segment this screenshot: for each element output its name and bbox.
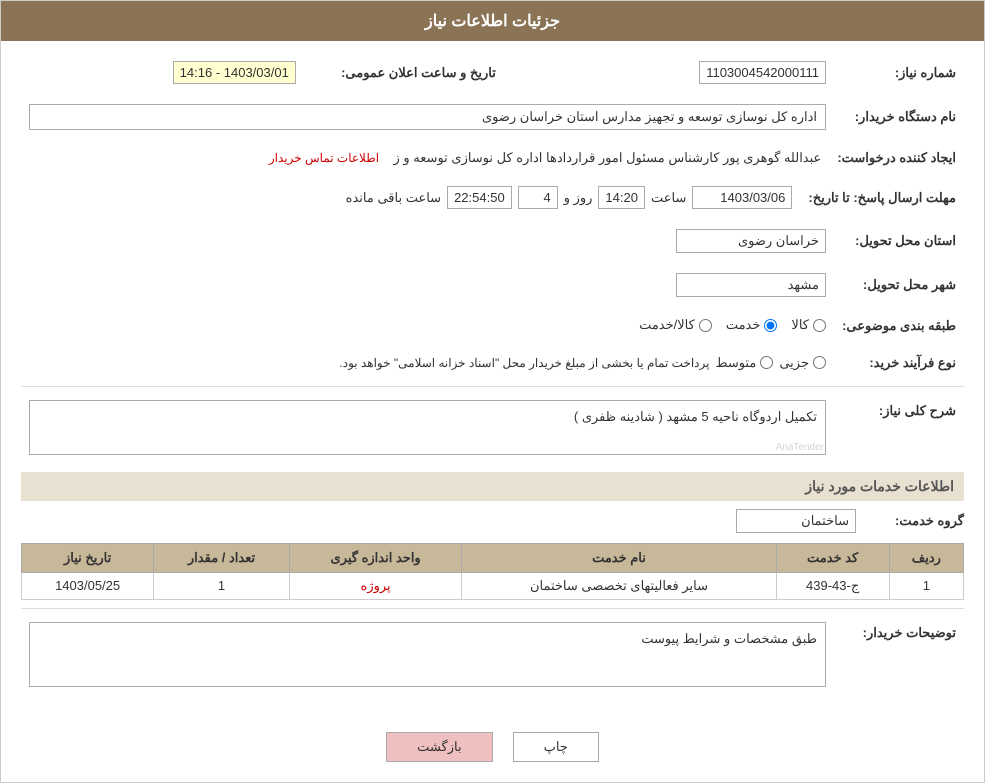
page-container: جزئیات اطلاعات نیاز شماره نیاز: 11030045… <box>0 0 985 783</box>
buyer-desc-value: طبق مشخصات و شرایط پیوست <box>21 617 834 692</box>
purchase-motavasset-label: متوسط <box>715 355 756 371</box>
category-kala-khedmat-label: کالا/خدمت <box>639 317 695 333</box>
response-remaining-box: 22:54:50 <box>447 186 512 209</box>
info-table-top: شماره نیاز: 1103004542000111 تاریخ و ساع… <box>21 56 964 89</box>
col-service-code: کد خدمت <box>776 543 889 572</box>
contact-link[interactable]: اطلاعات تماس خریدار <box>269 151 379 165</box>
announce-box: 1403/03/01 - 14:16 <box>173 61 296 84</box>
need-desc-container: تکمیل اردوگاه ناحیه 5 مشهد ( شادینه ظفری… <box>29 400 826 455</box>
province-value: خراسان رضوی <box>21 224 834 258</box>
city-value: مشهد <box>21 268 834 302</box>
service-group-box: ساختمان <box>736 509 856 533</box>
category-kala-khedmat-radio[interactable] <box>699 319 712 332</box>
need-number-label: شماره نیاز: <box>834 56 964 89</box>
content-area: شماره نیاز: 1103004542000111 تاریخ و ساع… <box>1 41 984 717</box>
creator-value: عبدالله گوهری پور کارشناس مسئول امور قرا… <box>21 145 829 171</box>
need-desc-label: شرح کلی نیاز: <box>834 395 964 460</box>
need-number-value: 1103004542000111 <box>544 56 834 89</box>
buyer-name-label: نام دستگاه خریدار: <box>834 99 964 135</box>
services-section-header: اطلاعات خدمات مورد نیاز <box>21 472 964 501</box>
purchase-motavasset-radio[interactable] <box>760 356 773 369</box>
category-radio-group: کالا خدمت کالا/خدمت <box>639 317 826 333</box>
info-table-date: مهلت ارسال پاسخ: تا تاریخ: 1403/03/06 سا… <box>21 181 964 214</box>
province-box: خراسان رضوی <box>676 229 826 253</box>
need-desc-text: تکمیل اردوگاه ناحیه 5 مشهد ( شادینه ظفری… <box>574 409 817 424</box>
buyer-name-box: اداره کل نوسازی توسعه و تجهیز مدارس استا… <box>29 104 826 130</box>
purchase-jozii[interactable]: جزیی <box>779 355 826 371</box>
purchase-type-flex: جزیی متوسط پرداخت تمام یا بخشی از مبلغ خ… <box>29 355 826 371</box>
info-table-purchase: نوع فرآیند خرید: جزیی متوسط پرداخت تمام … <box>21 350 964 376</box>
col-row-num: ردیف <box>889 543 963 572</box>
category-khedmat-radio[interactable] <box>764 319 777 332</box>
response-date-label: مهلت ارسال پاسخ: تا تاریخ: <box>800 181 964 214</box>
cell-unit: پروژه <box>289 572 462 599</box>
purchase-note: پرداخت تمام یا بخشی از مبلغ خریدار محل "… <box>339 356 709 370</box>
info-table-creator: ایجاد کننده درخواست: عبدالله گوهری پور ک… <box>21 145 964 171</box>
response-days-box: 4 <box>518 186 558 209</box>
buyer-desc-box: طبق مشخصات و شرایط پیوست <box>29 622 826 687</box>
info-table-desc: شرح کلی نیاز: تکمیل اردوگاه ناحیه 5 مشهد… <box>21 395 964 460</box>
response-days-label: روز و <box>564 190 593 206</box>
info-table-category: طبقه بندی موضوعی: کالا خدمت کالا/خدمت <box>21 312 964 340</box>
category-kala-label: کالا <box>791 317 809 333</box>
announce-value: 1403/03/01 - 14:16 <box>21 56 304 89</box>
col-quantity: تعداد / مقدار <box>154 543 290 572</box>
city-box: مشهد <box>676 273 826 297</box>
bottom-buttons: چاپ بازگشت <box>1 717 984 782</box>
info-table-province: استان محل تحویل: خراسان رضوی <box>21 224 964 258</box>
response-date-flex: 1403/03/06 ساعت 14:20 روز و 4 22:54:50 س… <box>29 186 792 209</box>
category-label: طبقه بندی موضوعی: <box>834 312 964 340</box>
creator-text: عبدالله گوهری پور کارشناس مسئول امور قرا… <box>394 150 822 165</box>
response-date-row: 1403/03/06 ساعت 14:20 روز و 4 22:54:50 س… <box>21 181 800 214</box>
category-khedmat-label: خدمت <box>726 317 761 333</box>
services-table: ردیف کد خدمت نام خدمت واحد اندازه گیری ت… <box>21 543 964 600</box>
col-service-name: نام خدمت <box>462 543 776 572</box>
col-date: تاریخ نیاز <box>22 543 154 572</box>
response-date-box: 1403/03/06 <box>692 186 792 209</box>
creator-label: ایجاد کننده درخواست: <box>829 145 964 171</box>
category-kala[interactable]: کالا <box>791 317 826 333</box>
print-button[interactable]: چاپ <box>513 732 599 762</box>
service-group-label: گروه خدمت: <box>864 513 964 529</box>
col-unit: واحد اندازه گیری <box>289 543 462 572</box>
response-remaining-label: ساعت باقی مانده <box>346 190 441 206</box>
need-desc-box: تکمیل اردوگاه ناحیه 5 مشهد ( شادینه ظفری… <box>29 400 826 455</box>
response-time-label: ساعت <box>651 190 686 206</box>
back-button[interactable]: بازگشت <box>386 732 492 762</box>
cell-service-name: سایر فعالیتهای تخصصی ساختمان <box>462 572 776 599</box>
page-header: جزئیات اطلاعات نیاز <box>1 1 984 41</box>
buyer-desc-text: طبق مشخصات و شرایط پیوست <box>641 631 817 646</box>
category-kala-radio[interactable] <box>813 319 826 332</box>
announce-label: تاریخ و ساعت اعلان عمومی: <box>304 56 504 89</box>
service-group-row: گروه خدمت: ساختمان <box>21 509 964 533</box>
cell-row-num: 1 <box>889 572 963 599</box>
purchase-motavasset[interactable]: متوسط <box>715 355 773 371</box>
category-kala-khedmat[interactable]: کالا/خدمت <box>639 317 712 333</box>
cell-service-code: ج-43-439 <box>776 572 889 599</box>
buyer-name-value: اداره کل نوسازی توسعه و تجهیز مدارس استا… <box>21 99 834 135</box>
need-desc-value: تکمیل اردوگاه ناحیه 5 مشهد ( شادینه ظفری… <box>21 395 834 460</box>
info-table-buyer-desc: توضیحات خریدار: طبق مشخصات و شرایط پیوست <box>21 617 964 692</box>
page-title: جزئیات اطلاعات نیاز <box>425 13 560 30</box>
category-radios: کالا خدمت کالا/خدمت <box>21 312 834 340</box>
purchase-type-label: نوع فرآیند خرید: <box>834 350 964 376</box>
cell-date: 1403/05/25 <box>22 572 154 599</box>
province-label: استان محل تحویل: <box>834 224 964 258</box>
city-label: شهر محل تحویل: <box>834 268 964 302</box>
need-number-box: 1103004542000111 <box>699 61 826 84</box>
cell-quantity: 1 <box>154 572 290 599</box>
buyer-desc-label: توضیحات خریدار: <box>834 617 964 692</box>
response-time-box: 14:20 <box>598 186 645 209</box>
separator-2 <box>21 608 964 609</box>
info-table-buyer: نام دستگاه خریدار: اداره کل نوسازی توسعه… <box>21 99 964 135</box>
category-khedmat[interactable]: خدمت <box>726 317 778 333</box>
table-row: 1 ج-43-439 سایر فعالیتهای تخصصی ساختمان … <box>22 572 964 599</box>
desc-watermark: AnaTender <box>776 442 824 453</box>
purchase-type-content: جزیی متوسط پرداخت تمام یا بخشی از مبلغ خ… <box>21 350 834 376</box>
separator-1 <box>21 386 964 387</box>
purchase-jozii-label: جزیی <box>779 355 809 371</box>
info-table-city: شهر محل تحویل: مشهد <box>21 268 964 302</box>
purchase-jozii-radio[interactable] <box>813 356 826 369</box>
